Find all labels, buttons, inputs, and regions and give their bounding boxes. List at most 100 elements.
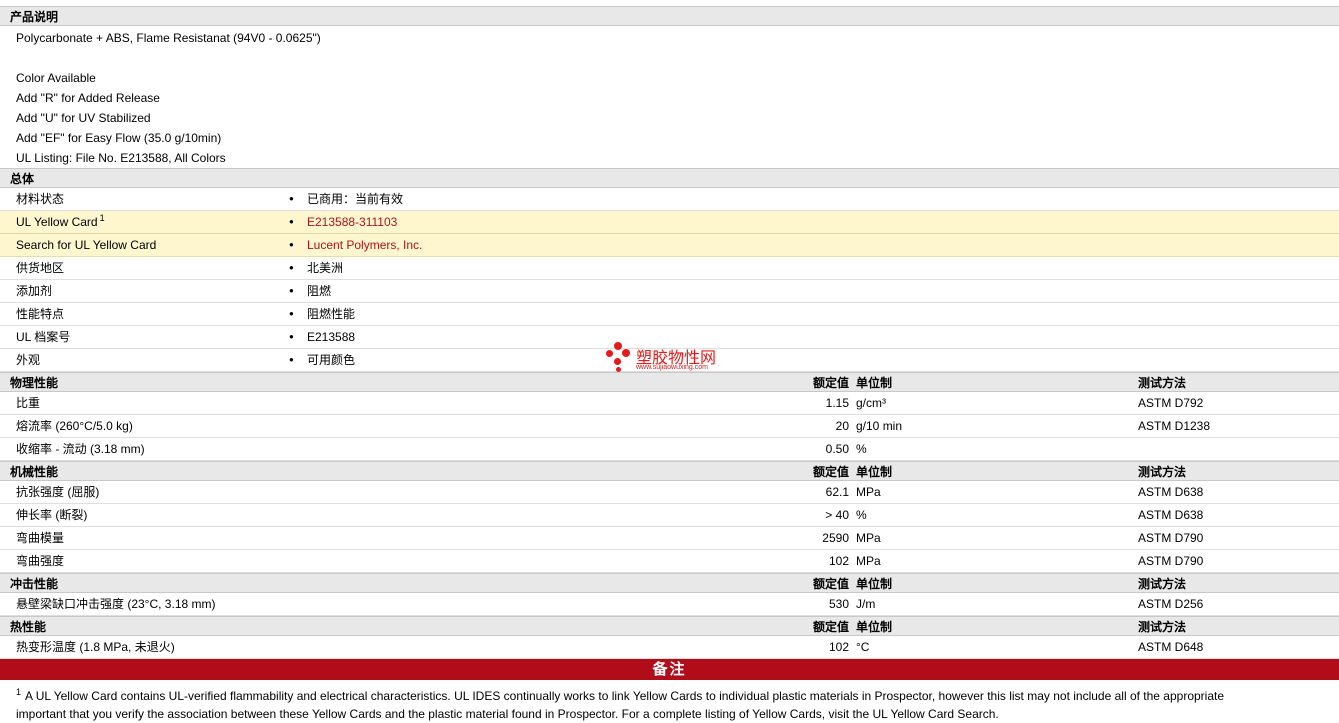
property-label: 抗张强度 (屈服) [16,485,100,499]
section-header-product-description: 产品说明 [0,6,1339,26]
property-unit: MPa [856,531,881,545]
section-header-mechanical: 机械性能 额定值 单位制 测试方法 [0,461,1339,481]
description-line: Color Available [16,71,96,85]
property-unit: MPa [856,554,881,568]
description-line [16,48,1339,68]
property-value: 62.1 [825,485,849,499]
column-header-unit: 单位制 [856,376,893,390]
column-header-unit: 单位制 [856,577,893,591]
property-test: ASTM D256 [1138,597,1204,611]
property-value: > 40 [825,508,849,522]
property-test: ASTM D638 [1138,485,1204,499]
property-row: 弯曲强度 102 MPa ASTM D790 [0,550,1339,573]
property-unit: % [856,508,867,522]
row-value: 可用颜色 [289,349,355,371]
property-row: 抗张强度 (屈服) 62.1 MPa ASTM D638 [0,481,1339,504]
watermark-url: www.sujiaowuxing.com [636,364,708,371]
row-value: 已商用：当前有效 [289,188,403,210]
general-row-region: 供货地区 北美洲 [0,257,1339,280]
row-label: 添加剂 [16,284,53,298]
row-value: E213588 [289,326,355,348]
property-label: 伸长率 (断裂) [16,508,88,522]
description-line: Add "EF" for Easy Flow (35.0 g/10min) [16,131,222,145]
description-line: UL Listing: File No. E213588, All Colors [16,151,226,165]
column-header-test: 测试方法 [1138,577,1187,591]
property-value: 0.50 [825,442,849,456]
row-value: 北美洲 [289,257,343,279]
lucent-polymers-link[interactable]: Lucent Polymers, Inc. [289,234,422,256]
column-header-test: 测试方法 [1138,620,1187,634]
watermark-logo: 塑胶物性网 www.sujiaowuxing.com [606,342,746,376]
footnote: 1A UL Yellow Card contains UL-verified f… [0,680,1339,723]
row-label: 性能特点 [16,307,65,321]
column-header-unit: 单位制 [856,620,893,634]
property-row: 热变形温度 (1.8 MPa, 未退火) 102 °C ASTM D648 [0,636,1339,659]
product-description: Polycarbonate + ABS, Flame Resistanat (9… [0,26,1339,168]
row-value: 阻燃性能 [289,303,355,325]
general-row-search-ul-yellow-card: Search for UL Yellow Card Lucent Polymer… [0,234,1339,257]
property-label: 熔流率 (260°C/5.0 kg) [16,419,133,433]
footnote-marker: 1 [99,213,105,223]
property-test: ASTM D638 [1138,508,1204,522]
logo-dot [606,350,613,357]
footnote-marker: 1 [16,687,22,697]
column-header-value: 额定值 [812,465,849,479]
property-test: ASTM D790 [1138,554,1204,568]
column-header-value: 额定值 [812,620,849,634]
notes-header: 备注 [0,659,1339,680]
row-label: 外观 [16,353,41,367]
general-row-ul-yellow-card: UL Yellow Card1 E213588-311103 [0,211,1339,234]
column-header-value: 额定值 [812,577,849,591]
property-value: 2590 [822,531,849,545]
section-header-impact: 冲击性能 额定值 单位制 测试方法 [0,573,1339,593]
property-row: 收缩率 - 流动 (3.18 mm) 0.50 % [0,438,1339,461]
column-header-value: 额定值 [812,376,849,390]
property-row: 悬壁梁缺口冲击强度 (23°C, 3.18 mm) 530 J/m ASTM D… [0,593,1339,616]
logo-dot [614,358,621,365]
property-test: ASTM D790 [1138,531,1204,545]
general-row-additive: 添加剂 阻燃 [0,280,1339,303]
property-value: 102 [828,554,849,568]
row-label: 供货地区 [16,261,65,275]
property-label: 弯曲强度 [16,554,65,568]
description-line: Add "R" for Added Release [16,91,160,105]
property-value: 530 [828,597,849,611]
logo-dot [614,342,622,350]
logo-dot [616,367,621,372]
general-row-material-status: 材料状态 已商用：当前有效 [0,188,1339,211]
row-value: 阻燃 [289,280,331,302]
property-label: 比重 [16,396,41,410]
column-header-test: 测试方法 [1138,465,1187,479]
property-label: 收缩率 - 流动 (3.18 mm) [16,442,145,456]
row-label: 材料状态 [16,192,65,206]
footnote-line-1: 1A UL Yellow Card contains UL-verified f… [16,687,1225,703]
property-row: 熔流率 (260°C/5.0 kg) 20 g/10 min ASTM D123… [0,415,1339,438]
property-test: ASTM D792 [1138,396,1204,410]
property-unit: °C [856,640,870,654]
row-label: UL Yellow Card 1 [16,213,105,229]
property-test: ASTM D648 [1138,640,1204,654]
property-value: 20 [835,419,849,433]
description-line: Polycarbonate + ABS, Flame Resistanat (9… [16,31,321,45]
property-label: 悬壁梁缺口冲击强度 (23°C, 3.18 mm) [16,597,216,611]
description-line: Add "U" for UV Stabilized [16,111,151,125]
general-row-features: 性能特点 阻燃性能 [0,303,1339,326]
property-unit: g/10 min [856,419,903,433]
property-unit: g/cm³ [856,396,886,410]
property-row: 比重 1.15 g/cm³ ASTM D792 [0,392,1339,415]
column-header-test: 测试方法 [1138,376,1187,390]
section-header-thermal: 热性能 额定值 单位制 测试方法 [0,616,1339,636]
property-test: ASTM D1238 [1138,419,1211,433]
property-row: 伸长率 (断裂) > 40 % ASTM D638 [0,504,1339,527]
section-header-general: 总体 [0,168,1339,188]
column-header-unit: 单位制 [856,465,893,479]
row-label: Search for UL Yellow Card [16,238,157,252]
property-label: 弯曲模量 [16,531,65,545]
footnote-line-2: important that you verify the associatio… [16,707,999,721]
ul-yellow-card-link[interactable]: E213588-311103 [289,211,397,233]
property-value: 1.15 [825,396,849,410]
property-unit: J/m [856,597,876,611]
logo-dot [622,349,630,357]
property-unit: % [856,442,867,456]
property-unit: MPa [856,485,881,499]
